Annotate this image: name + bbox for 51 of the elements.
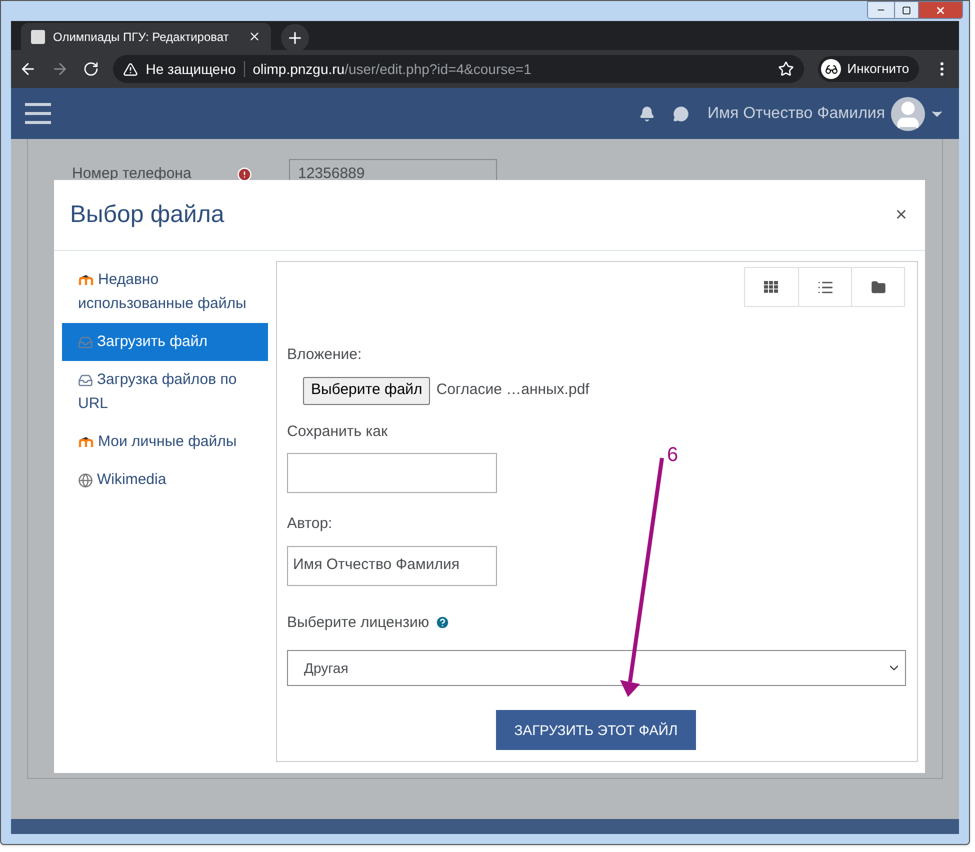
annotation-number: 6 bbox=[667, 443, 678, 468]
incognito-badge[interactable]: Инкогнито bbox=[818, 56, 920, 82]
warning-icon bbox=[122, 62, 138, 76]
repository-item[interactable]: Wikimedia bbox=[62, 461, 268, 499]
reload-icon[interactable] bbox=[82, 61, 99, 77]
field-label: Вложение: bbox=[287, 345, 363, 365]
upload-tray-icon bbox=[78, 334, 93, 350]
dialog-title: Выбор файла bbox=[70, 200, 226, 230]
folder-icon bbox=[870, 280, 886, 294]
repository-item[interactable]: Загрузка файлов по URL bbox=[62, 361, 268, 423]
chat-icon[interactable] bbox=[673, 106, 690, 122]
bell-icon[interactable] bbox=[639, 106, 656, 122]
field-label: Выберите лицензию bbox=[287, 612, 430, 632]
close-icon[interactable] bbox=[248, 30, 261, 43]
plus-icon bbox=[286, 29, 304, 47]
globe-icon bbox=[78, 472, 93, 488]
grid-icon bbox=[764, 281, 779, 293]
author-field[interactable]: Имя Отчество Фамилия bbox=[287, 546, 497, 586]
field-label: Номер телефона bbox=[72, 164, 192, 184]
favicon-icon bbox=[31, 30, 45, 44]
avatar-icon[interactable] bbox=[891, 96, 925, 130]
close-icon bbox=[935, 4, 946, 16]
tab-title: Олимпиады ПГУ: Редактироват bbox=[53, 28, 230, 46]
back-icon[interactable] bbox=[19, 60, 37, 78]
repository-item[interactable]: Загрузить файл bbox=[62, 323, 268, 361]
user-name[interactable]: Имя Отчество Фамилия bbox=[707, 102, 885, 126]
help-icon[interactable] bbox=[435, 615, 450, 630]
security-label: Не защищено bbox=[146, 60, 236, 79]
repository-item[interactable]: Недавно использованные файлы bbox=[62, 261, 268, 323]
moodle-logo-icon bbox=[78, 274, 94, 286]
upload-tray-icon bbox=[78, 372, 93, 388]
choose-file-button[interactable]: Выберите файл bbox=[303, 376, 430, 404]
browser-tab[interactable]: Олимпиады ПГУ: Редактироват bbox=[21, 23, 271, 50]
field-label: Автор: bbox=[287, 514, 334, 534]
close-button[interactable] bbox=[918, 2, 962, 18]
repository-item[interactable]: Мои личные файлы bbox=[62, 423, 268, 461]
address-bar[interactable]: Не защищено olimp.pnzgu.ru/user/edit.php?id=4&course=1 bbox=[112, 55, 804, 83]
save-as-field[interactable] bbox=[287, 453, 497, 493]
incognito-icon bbox=[824, 62, 838, 76]
bookmark-star-icon[interactable] bbox=[778, 61, 794, 77]
maximize-icon bbox=[902, 6, 911, 14]
new-tab-button[interactable] bbox=[281, 24, 309, 52]
upload-button[interactable]: ЗАГРУЗИТЬ ЭТОТ ФАЙЛ bbox=[496, 710, 696, 750]
chosen-file-name: Согласие …анных.pdf bbox=[436, 380, 590, 400]
maximize-button[interactable] bbox=[894, 2, 918, 18]
menu-icon[interactable] bbox=[25, 103, 51, 124]
field-label: Сохранить как bbox=[287, 422, 389, 442]
license-select[interactable]: Другая bbox=[287, 650, 906, 686]
close-button[interactable]: × bbox=[895, 200, 907, 230]
moodle-logo-icon bbox=[78, 436, 94, 448]
url-text: olimp.pnzgu.ru/user/edit.php?id=4&course=1 bbox=[252, 60, 532, 79]
